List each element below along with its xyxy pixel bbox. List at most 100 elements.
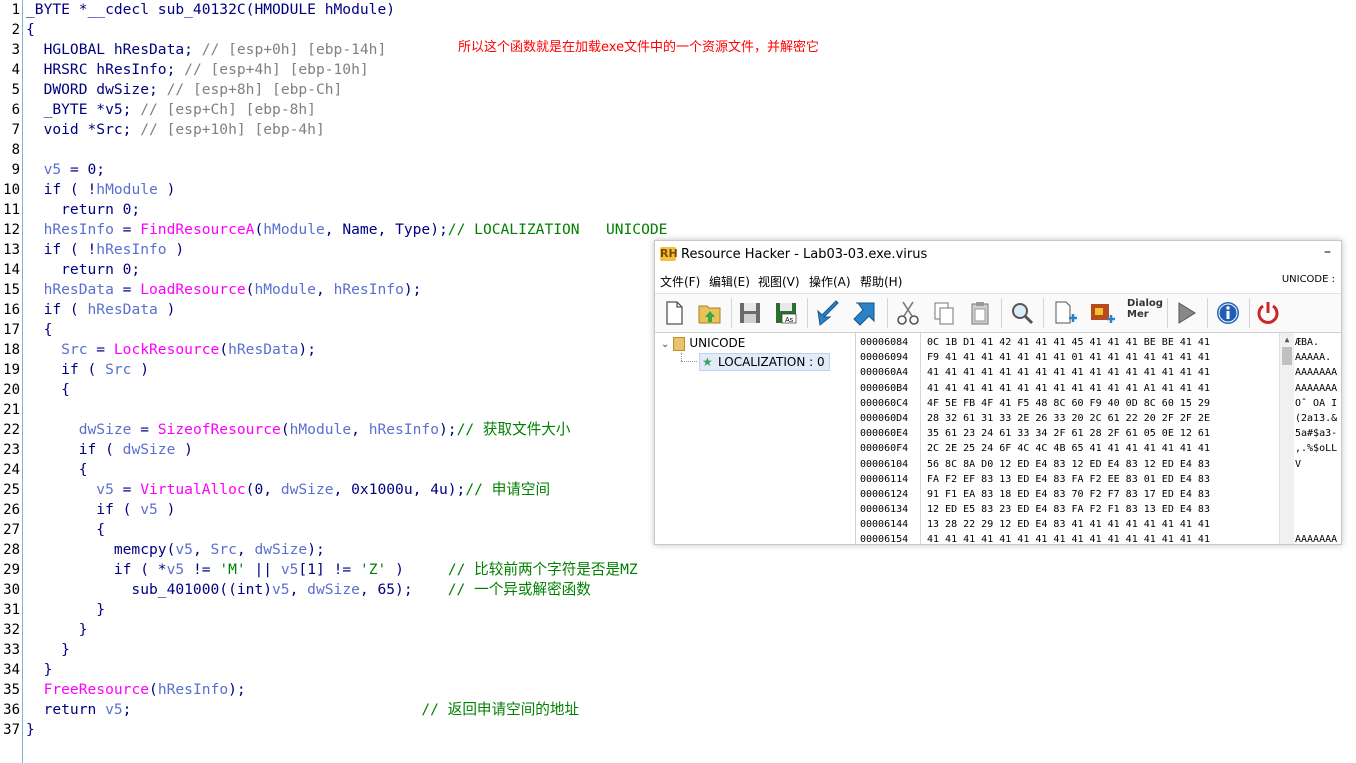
code-line[interactable]: if ( *v5 != 'M' || v5[1] != 'Z' ) // 比较前… bbox=[26, 560, 638, 580]
navigate-forward-icon[interactable] bbox=[851, 298, 881, 328]
code-token: if ( bbox=[26, 301, 88, 318]
code-line[interactable]: { bbox=[26, 20, 35, 40]
code-token: , Name, Type); bbox=[324, 221, 448, 238]
menu-file[interactable]: 文件(F) bbox=[660, 273, 700, 290]
hex-byte-row[interactable]: F9 41 41 41 41 41 41 41 01 41 41 41 41 4… bbox=[927, 350, 1282, 365]
code-line[interactable]: if ( hResData ) bbox=[26, 300, 176, 320]
code-line[interactable]: { bbox=[26, 520, 105, 540]
hex-byte-row[interactable]: 28 32 61 31 33 2E 26 33 20 2C 61 22 20 2… bbox=[927, 411, 1282, 426]
hex-byte-row[interactable]: 0C 1B D1 41 42 41 41 41 45 41 41 41 BE B… bbox=[927, 335, 1282, 350]
hex-byte-row[interactable]: 91 F1 EA 83 18 ED E4 83 70 F2 F7 83 17 E… bbox=[927, 487, 1282, 502]
code-line[interactable]: } bbox=[26, 660, 53, 680]
code-line[interactable]: if ( dwSize ) bbox=[26, 440, 193, 460]
code-line[interactable]: void *Src; // [esp+10h] [ebp-4h] bbox=[26, 120, 325, 140]
scroll-up-icon[interactable]: ▲ bbox=[1280, 335, 1294, 345]
hex-byte-row[interactable]: 35 61 23 24 61 33 34 2F 61 28 2F 61 05 0… bbox=[927, 426, 1282, 441]
code-line[interactable]: HRSRC hResInfo; // [esp+4h] [ebp-10h] bbox=[26, 60, 369, 80]
hex-byte-row[interactable]: 41 41 41 41 41 41 41 41 41 41 41 41 41 4… bbox=[927, 365, 1282, 380]
menu-edit[interactable]: 编辑(E) bbox=[709, 273, 750, 290]
code-line[interactable]: if ( !hModule ) bbox=[26, 180, 176, 200]
code-line[interactable]: Src = LockResource(hResData); bbox=[26, 340, 316, 360]
toolbar-separator bbox=[1001, 298, 1002, 328]
code-line[interactable]: { bbox=[26, 380, 70, 400]
resource-hacker-window[interactable]: RH Resource Hacker - Lab03-03.exe.virus … bbox=[654, 240, 1342, 545]
hex-ascii-row: AAAAAAA bbox=[1295, 367, 1338, 379]
code-token: , bbox=[192, 541, 211, 558]
code-line[interactable]: memcpy(v5, Src, dwSize); bbox=[26, 540, 325, 560]
add-resource-icon[interactable] bbox=[1049, 298, 1079, 328]
line-number: 36 bbox=[3, 702, 20, 718]
hex-editor[interactable]: 00006084 00006094 000060A4 000060B4 000060C4… bbox=[856, 333, 1341, 544]
code-line[interactable]: sub_401000((int)v5, dwSize, 65); // 一个异或… bbox=[26, 580, 590, 600]
save-as-icon[interactable]: As bbox=[771, 298, 801, 328]
hex-byte-row[interactable]: 41 41 41 41 41 41 41 41 41 41 41 41 41 4… bbox=[927, 532, 1282, 544]
code-line[interactable]: hResData = LoadResource(hModule, hResInf… bbox=[26, 280, 422, 300]
hex-byte-row[interactable]: 4F 5E FB 4F 41 F5 48 8C 60 F9 40 0D 8C 6… bbox=[927, 396, 1282, 411]
code-token: = bbox=[113, 221, 141, 238]
code-line[interactable]: v5 = 0; bbox=[26, 160, 106, 180]
compile-run-icon[interactable] bbox=[1171, 298, 1201, 328]
code-line[interactable]: HGLOBAL hResData; // [esp+0h] [ebp-14h] bbox=[26, 40, 387, 60]
hex-ascii-row: Oˆ OA I bbox=[1295, 397, 1338, 409]
code-line[interactable]: } bbox=[26, 620, 88, 640]
open-folder-icon[interactable] bbox=[695, 298, 725, 328]
code-token: if ( bbox=[26, 501, 141, 518]
code-line[interactable]: if ( v5 ) bbox=[26, 500, 175, 520]
code-line[interactable]: hResInfo = FindResourceA(hModule, Name, … bbox=[26, 220, 668, 240]
hex-byte-row[interactable]: 56 8C 8A D0 12 ED E4 83 12 ED E4 83 12 E… bbox=[927, 457, 1282, 472]
save-icon[interactable] bbox=[735, 298, 765, 328]
code-line[interactable]: } bbox=[26, 640, 70, 660]
hex-ascii-row: ,.%$oLL bbox=[1295, 443, 1338, 455]
hex-byte-row[interactable]: FA F2 EF 83 13 ED E4 83 FA F2 EE 83 01 E… bbox=[927, 472, 1282, 487]
menu-view[interactable]: 视图(V) bbox=[758, 273, 800, 290]
code-line[interactable]: DWORD dwSize; // [esp+8h] [ebp-Ch] bbox=[26, 80, 343, 100]
paste-icon[interactable] bbox=[965, 298, 995, 328]
tree-root-label: UNICODE bbox=[689, 336, 746, 350]
code-line[interactable]: dwSize = SizeofResource(hModule, hResInf… bbox=[26, 420, 571, 440]
hex-byte-row[interactable]: 2C 2E 25 24 6F 4C 4C 4B 65 41 41 41 41 4… bbox=[927, 441, 1282, 456]
code-token: // 比较前两个字符是否是MZ bbox=[447, 561, 638, 578]
search-icon[interactable] bbox=[1007, 298, 1037, 328]
menu-help[interactable]: 帮助(H) bbox=[860, 273, 902, 290]
scroll-thumb[interactable] bbox=[1282, 347, 1292, 365]
info-icon[interactable] bbox=[1213, 298, 1243, 328]
code-line[interactable]: if ( !hResInfo ) bbox=[26, 240, 185, 260]
hex-byte-row[interactable]: 12 ED E5 83 23 ED E4 83 FA F2 F1 83 13 E… bbox=[927, 502, 1282, 517]
hex-byte-row[interactable]: 13 28 22 29 12 ED E4 83 41 41 41 41 41 4… bbox=[927, 517, 1282, 532]
title-bar[interactable]: RH Resource Hacker - Lab03-03.exe.virus … bbox=[655, 241, 1341, 269]
cut-icon[interactable] bbox=[893, 298, 923, 328]
menu-action[interactable]: 操作(A) bbox=[809, 273, 851, 290]
code-line[interactable]: return 0; bbox=[26, 200, 140, 220]
chevron-down-icon[interactable]: ⌄ bbox=[661, 339, 669, 350]
code-line[interactable]: _BYTE *v5; // [esp+Ch] [ebp-8h] bbox=[26, 100, 316, 120]
code-line[interactable]: if ( Src ) bbox=[26, 360, 149, 380]
code-line[interactable]: return 0; bbox=[26, 260, 140, 280]
code-line[interactable]: v5 = VirtualAlloc(0, dwSize, 0x1000u, 4u… bbox=[26, 480, 550, 500]
dialog-merger-button[interactable]: Dialog Mer bbox=[1127, 298, 1163, 328]
new-file-icon[interactable] bbox=[659, 298, 689, 328]
resource-tree[interactable]: ⌄ UNICODE ★ LOCALIZATION : 0 bbox=[655, 333, 856, 544]
tree-node-unicode[interactable]: ⌄ UNICODE bbox=[661, 336, 745, 351]
line-number: 5 bbox=[11, 82, 20, 98]
code-line[interactable]: FreeResource(hResInfo); bbox=[26, 680, 246, 700]
code-line[interactable]: { bbox=[26, 460, 88, 480]
vertical-scrollbar[interactable]: ▲ bbox=[1279, 333, 1294, 544]
power-exit-icon[interactable] bbox=[1253, 298, 1283, 328]
code-line[interactable]: { bbox=[26, 320, 53, 340]
code-token: DWORD dwSize; bbox=[26, 81, 167, 98]
tree-node-localization[interactable]: ★ LOCALIZATION : 0 bbox=[699, 353, 830, 371]
code-line[interactable]: _BYTE *__cdecl sub_40132C(HMODULE hModul… bbox=[26, 0, 395, 20]
code-line[interactable]: return v5; // 返回申请空间的地址 bbox=[26, 700, 580, 720]
hex-bytes-column[interactable]: 0C 1B D1 41 42 41 41 41 45 41 41 41 BE B… bbox=[927, 335, 1282, 544]
code-token: if ( ! bbox=[26, 181, 97, 198]
tree-child-label: LOCALIZATION : 0 bbox=[718, 355, 825, 369]
code-line[interactable]: } bbox=[26, 600, 105, 620]
code-line[interactable]: } bbox=[26, 720, 35, 740]
minimize-button[interactable]: – bbox=[1324, 244, 1331, 260]
code-token: { bbox=[26, 521, 106, 538]
code-token: ); bbox=[307, 541, 325, 558]
copy-icon[interactable] bbox=[929, 298, 959, 328]
navigate-back-icon[interactable] bbox=[813, 298, 843, 328]
add-image-icon[interactable] bbox=[1087, 298, 1117, 328]
hex-byte-row[interactable]: 41 41 41 41 41 41 41 41 41 41 41 41 A1 4… bbox=[927, 381, 1282, 396]
